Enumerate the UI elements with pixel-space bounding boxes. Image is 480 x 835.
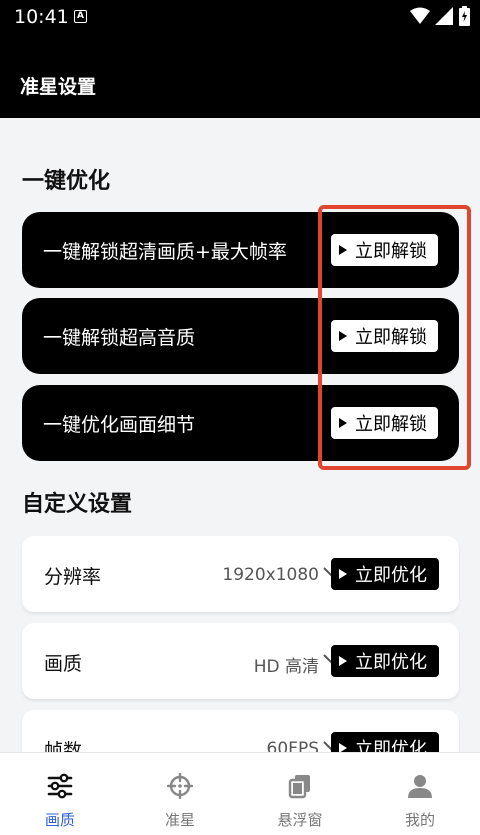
- setting-label: 画质: [44, 653, 83, 675]
- nav-label: 悬浮窗: [277, 811, 323, 829]
- nav-item-quality[interactable]: 画质: [0, 753, 120, 835]
- optimize-button-label: 立即优化: [355, 652, 427, 673]
- section-title-custom: 自定义设置: [22, 492, 133, 517]
- nav-label: 准星: [164, 811, 195, 829]
- floating-window-icon: [288, 775, 310, 799]
- nav-item-floating-window[interactable]: 悬浮窗: [240, 753, 360, 835]
- status-bar: 10:41 A: [0, 0, 480, 34]
- play-icon: [339, 656, 347, 666]
- wifi-icon: [410, 7, 430, 24]
- battery-icon: [459, 6, 470, 26]
- resolution-select[interactable]: 1920x1080: [222, 565, 319, 585]
- unlock-card-label: 一键解锁超高音质: [43, 327, 196, 349]
- unlock-card-label: 一键解锁超清画质+最大帧率: [43, 241, 287, 263]
- optimize-button[interactable]: 立即优化: [331, 558, 439, 590]
- optimize-button-label: 立即优化: [355, 565, 427, 586]
- quality-select[interactable]: HD 高清: [254, 652, 319, 677]
- signal-icon: [435, 7, 453, 25]
- nav-label: 我的: [404, 811, 435, 829]
- unlock-card-label: 一键优化画面细节: [43, 414, 196, 436]
- setting-label: 分辨率: [44, 566, 102, 588]
- nav-item-crosshair[interactable]: 准星: [120, 753, 240, 835]
- person-icon: [408, 775, 432, 798]
- page-title: 准星设置: [20, 76, 97, 98]
- bottom-nav: 画质 准星 悬浮窗 我的: [0, 752, 480, 835]
- notification-icon: A: [74, 10, 87, 23]
- highlight-box: [318, 205, 471, 470]
- section-title-one-click: 一键优化: [22, 169, 111, 194]
- setting-card-resolution: 分辨率 1920x1080 立即优化: [22, 536, 459, 612]
- play-icon: [339, 569, 347, 579]
- setting-card-quality: 画质 HD 高清 立即优化: [22, 623, 459, 699]
- sliders-icon: [47, 773, 73, 799]
- nav-label: 画质: [44, 811, 75, 829]
- app-bar: 准星设置: [0, 34, 480, 118]
- nav-item-profile[interactable]: 我的: [360, 753, 480, 835]
- crosshair-icon: [167, 773, 193, 799]
- status-time: 10:41: [14, 6, 69, 28]
- optimize-button[interactable]: 立即优化: [331, 645, 439, 677]
